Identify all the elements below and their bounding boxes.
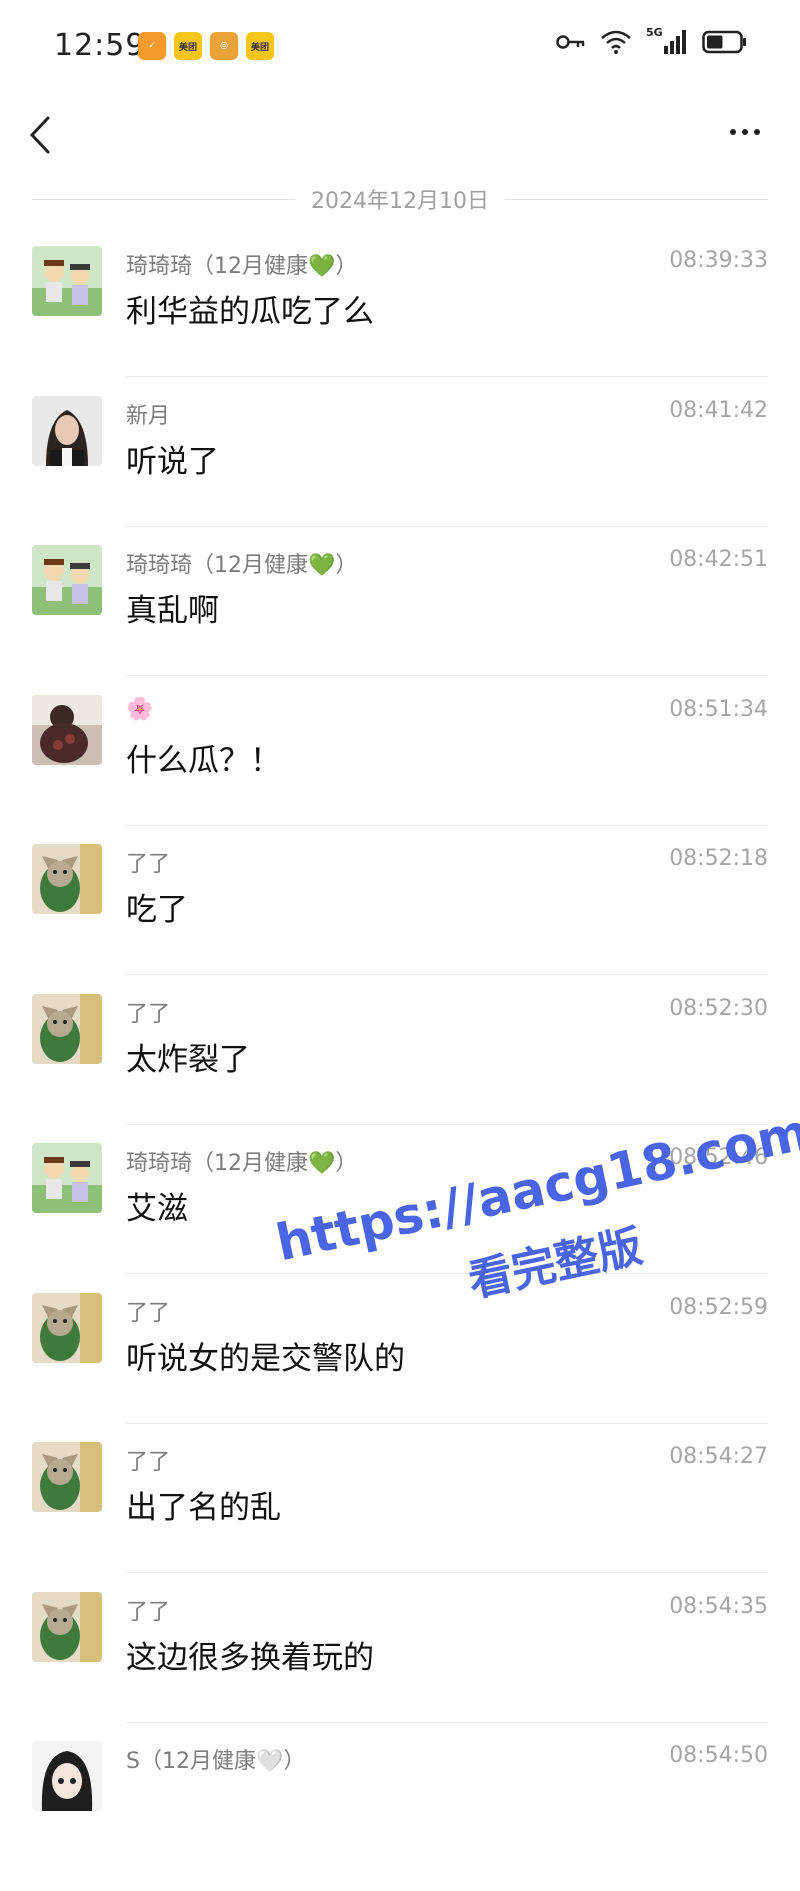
message-time: 08:54:27 <box>669 1444 768 1469</box>
message-time: 08:52:30 <box>669 995 768 1021</box>
message-text[interactable]: 听说女的是交警队的 <box>126 1333 405 1378</box>
avatar[interactable] <box>32 545 102 615</box>
message-row[interactable]: S（12月健康🤍） 08:54:50 <box>0 1741 800 1891</box>
divider <box>126 1273 768 1274</box>
sender-name: S（12月健康🤍） <box>126 1749 306 1774</box>
avatar[interactable] <box>32 1741 102 1811</box>
message-text[interactable]: 听说了 <box>126 436 219 481</box>
message-text[interactable]: 什么瓜？！ <box>126 735 281 780</box>
avatar[interactable] <box>32 844 102 914</box>
sender-name: 了了 <box>126 1001 171 1027</box>
message-text[interactable]: 出了名的乱 <box>126 1482 281 1527</box>
divider <box>126 974 768 975</box>
sender-name: 琦琦琦（12月健康💚） <box>126 1151 358 1176</box>
key-icon <box>556 35 585 49</box>
message-row[interactable]: 琦琦琦（12月健康💚） 08:52:46 艾滋 <box>0 1143 800 1293</box>
battery-icon <box>702 30 746 54</box>
message-time: 08:52:59 <box>669 1294 768 1320</box>
message-row[interactable]: 琦琦琦（12月健康💚） 08:42:51 真乱啊 <box>0 545 800 695</box>
avatar[interactable] <box>32 395 102 466</box>
message-text[interactable]: 利华益的瓜吃了么 <box>126 286 374 331</box>
avatar[interactable] <box>32 1591 102 1662</box>
message-row[interactable]: 了了 08:54:35 这边很多换着玩的 <box>0 1591 800 1742</box>
message-text[interactable]: 太炸裂了 <box>126 1034 250 1079</box>
message-row[interactable]: 了了 08:52:30 太炸裂了 <box>0 993 800 1144</box>
divider <box>126 824 768 826</box>
sender-name: 了了 <box>126 1300 171 1326</box>
message-time: 08:39:33 <box>669 248 768 273</box>
message-text[interactable]: 这边很多换着玩的 <box>126 1632 374 1677</box>
message-time: 08:51:34 <box>669 696 768 722</box>
meituan-icon: 美团 <box>174 32 202 60</box>
sender-name: 琦琦琦（12月健康💚） <box>126 254 358 279</box>
divider <box>126 1422 768 1424</box>
wifi-icon <box>601 30 631 54</box>
sender-name: 了了 <box>126 852 171 877</box>
message-row[interactable]: 新月 08:41:42 听说了 <box>0 395 800 546</box>
notification-icons: ✓ 美团 ◎ 美团 <box>138 32 274 60</box>
message-row[interactable]: 琦琦琦（12月健康💚） 08:39:33 利华益的瓜吃了么 <box>0 246 800 396</box>
avatar[interactable] <box>32 993 102 1064</box>
message-row[interactable]: 了了 08:52:18 吃了 <box>0 844 800 994</box>
date-separator-text: 2024年12月10日 <box>311 189 489 214</box>
more-dots-icon <box>730 129 736 135</box>
message-time: 08:54:50 <box>669 1743 768 1768</box>
avatar[interactable] <box>32 1292 102 1363</box>
message-time: 08:52:18 <box>669 846 768 871</box>
avatar[interactable] <box>32 1442 102 1512</box>
message-time: 08:42:51 <box>669 547 768 572</box>
more-button[interactable] <box>720 112 770 152</box>
message-time: 08:52:46 <box>669 1145 768 1170</box>
game-icon: ◎ <box>210 32 238 60</box>
sender-name: 🌸 <box>126 696 154 722</box>
message-text[interactable]: 艾滋 <box>126 1183 188 1228</box>
sender-name: 了了 <box>126 1450 171 1475</box>
message-text[interactable]: 真乱啊 <box>126 585 219 630</box>
avatar[interactable] <box>32 694 102 765</box>
date-separator: 2024年12月10日 <box>32 184 769 214</box>
signal-icon: 5G <box>646 26 688 56</box>
chevron-left-icon <box>29 116 50 154</box>
message-text[interactable]: 吃了 <box>126 884 188 929</box>
divider <box>126 1572 768 1573</box>
message-time: 08:41:42 <box>669 397 768 423</box>
divider <box>126 1721 768 1723</box>
app-icon: ✓ <box>138 32 166 60</box>
message-row[interactable]: 🌸 08:51:34 什么瓜？！ <box>0 694 800 845</box>
status-bar: 12:59 ✓ 美团 ◎ 美团 5G <box>0 0 800 96</box>
avatar[interactable] <box>32 1143 102 1213</box>
meituan-icon: 美团 <box>246 32 274 60</box>
divider <box>126 1123 768 1125</box>
message-row[interactable]: 了了 08:54:27 出了名的乱 <box>0 1442 800 1592</box>
avatar[interactable] <box>32 246 102 316</box>
sender-name: 了了 <box>126 1599 171 1625</box>
sender-name: 琦琦琦（12月健康💚） <box>126 553 358 578</box>
back-button[interactable] <box>22 110 62 160</box>
sender-name: 新月 <box>126 403 171 429</box>
divider <box>126 376 768 377</box>
nav-bar <box>0 96 800 188</box>
divider <box>126 675 768 676</box>
divider <box>126 525 768 527</box>
message-time: 08:54:35 <box>669 1593 768 1619</box>
message-row[interactable]: 了了 08:52:59 听说女的是交警队的 <box>0 1292 800 1443</box>
system-icons: 5G <box>556 26 748 56</box>
status-time: 12:59 <box>54 28 146 63</box>
